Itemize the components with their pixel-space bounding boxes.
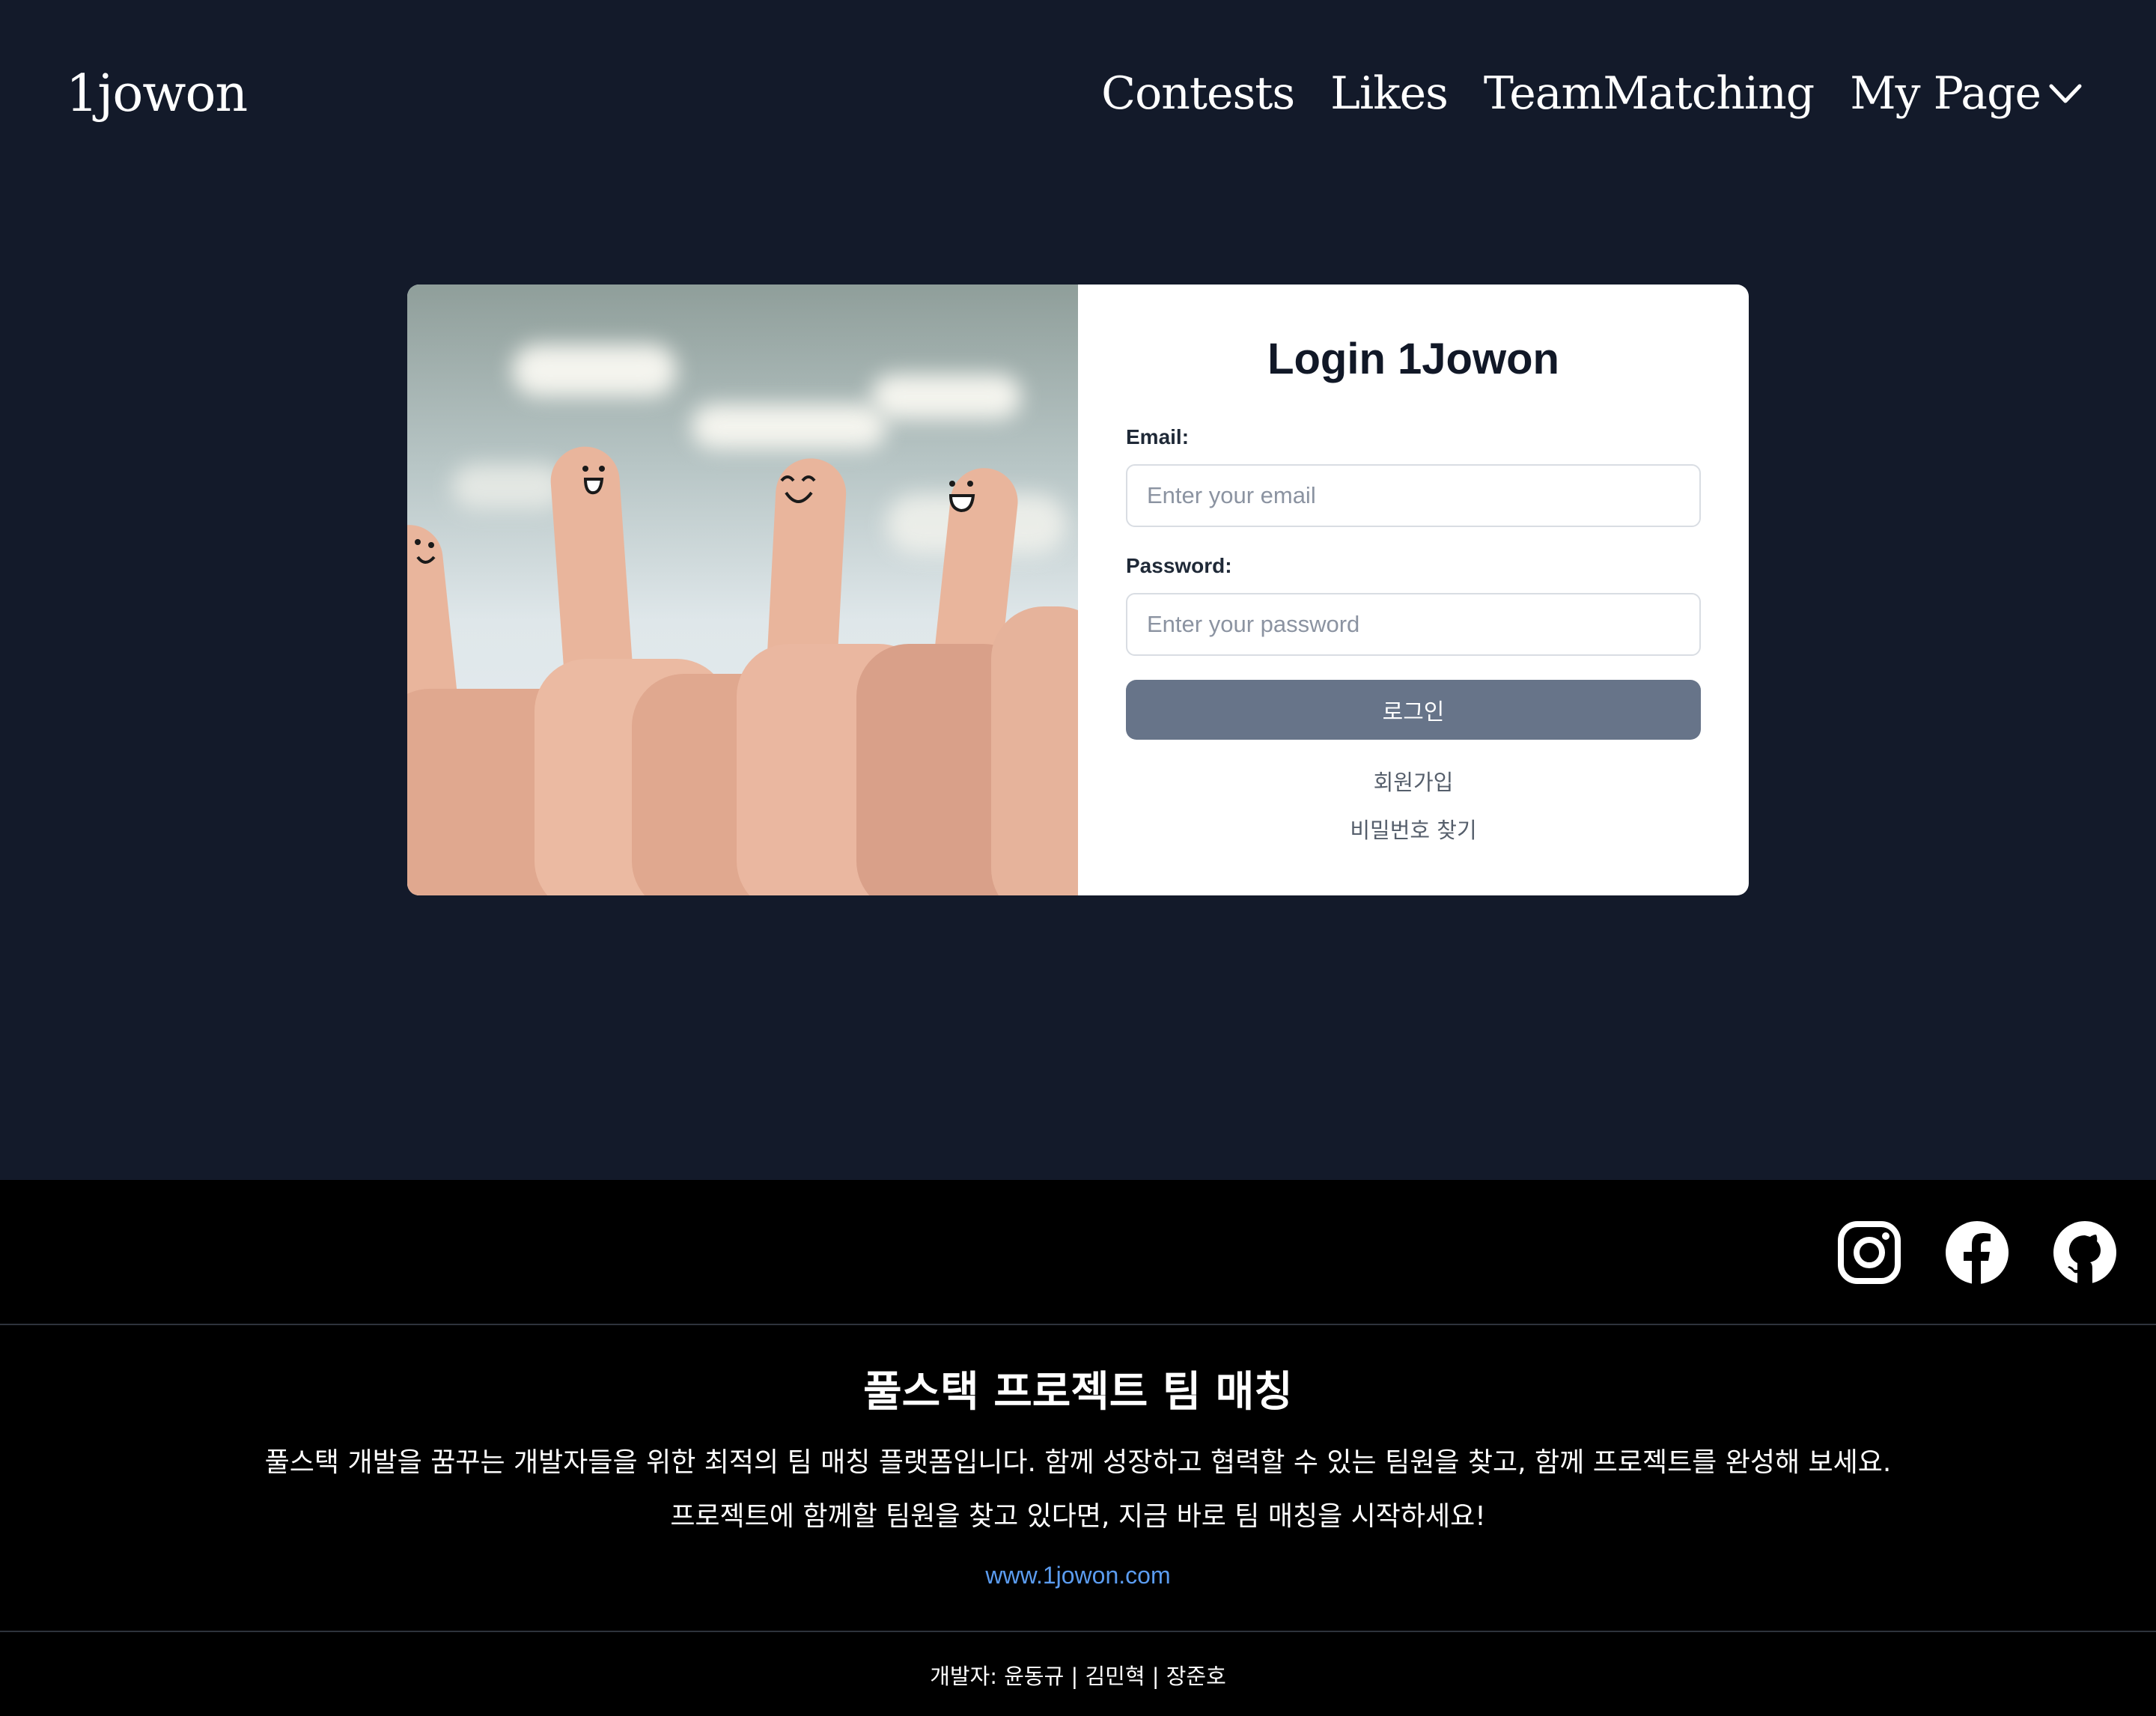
email-label: Email: [1126, 425, 1190, 448]
smiley-face-icon [582, 466, 605, 495]
footer-description-2: 프로젝트에 함께할 팀원을 찾고 있다면, 지금 바로 팀 매칭을 시작하세요! [670, 1501, 1486, 1532]
site-logo[interactable]: 1jowon [66, 64, 248, 124]
signup-link[interactable]: 회원가입 [1078, 765, 1749, 797]
nav-team-matching[interactable]: TeamMatching [1484, 67, 1815, 120]
nav-likes[interactable]: Likes [1330, 67, 1449, 120]
email-input[interactable] [1126, 464, 1701, 527]
login-card: Login 1Jowon Email: Password: 로그인 회원가입 비… [407, 285, 1749, 895]
github-icon[interactable] [2053, 1220, 2117, 1285]
footer-description-1: 풀스택 개발을 꿈꾸는 개발자들을 위한 최적의 팀 매칭 플랫폼입니다. 함께… [264, 1447, 1892, 1478]
footer-divider [0, 1324, 2156, 1325]
social-links [1837, 1220, 2117, 1285]
footer-title: 풀스택 프로젝트 팀 매칭 [863, 1368, 1293, 1417]
find-password-link[interactable]: 비밀번호 찾기 [1078, 813, 1749, 845]
login-form: Login 1Jowon Email: Password: 로그인 회원가입 비… [1078, 285, 1749, 895]
top-navbar: 1jowon Contests Likes TeamMatching My Pa… [0, 0, 2156, 195]
password-label: Password: [1126, 554, 1232, 577]
developer-credits: 개발자: 윤동규 | 김민혁 | 장준호 [930, 1664, 1226, 1689]
smiley-face-icon [948, 481, 975, 513]
hero-photo-smiling-fingers [407, 285, 1078, 895]
login-button[interactable]: 로그인 [1126, 680, 1701, 740]
main-nav: Contests Likes TeamMatching My Page [1101, 67, 2084, 120]
chevron-down-icon [2049, 84, 2082, 103]
login-title: Login 1Jowon [1267, 335, 1559, 383]
site-footer: 풀스택 프로젝트 팀 매칭 풀스택 개발을 꿈꾸는 개발자들을 위한 최적의 팀… [0, 1180, 2156, 1716]
footer-divider [0, 1631, 2156, 1632]
nav-my-page-label: My Page [1850, 67, 2041, 120]
smiley-face-icon [780, 475, 816, 503]
nav-my-page-dropdown[interactable]: My Page [1850, 67, 2084, 120]
instagram-icon[interactable] [1837, 1220, 1901, 1285]
website-link[interactable]: www.1jowon.com [0, 1562, 2156, 1589]
nav-contests[interactable]: Contests [1101, 67, 1295, 120]
smiley-face-icon [415, 539, 436, 564]
facebook-icon[interactable] [1945, 1220, 2009, 1285]
password-input[interactable] [1126, 593, 1701, 656]
